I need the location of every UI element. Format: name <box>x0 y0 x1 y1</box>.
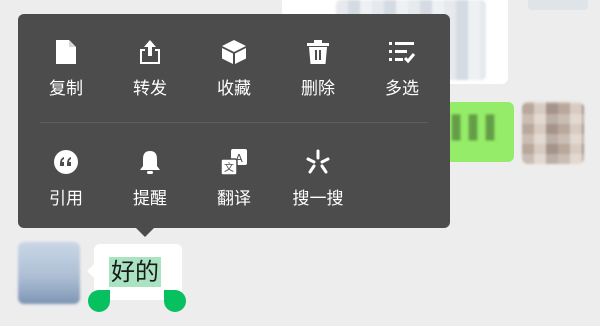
menu-item-label: 删除 <box>301 79 335 99</box>
search-icon <box>304 148 332 176</box>
menu-item-label: 收藏 <box>217 79 251 99</box>
svg-text:文: 文 <box>224 161 234 174</box>
menu-item-quote[interactable]: 引用 <box>24 134 108 214</box>
menu-item-favorite[interactable]: 收藏 <box>192 24 276 104</box>
menu-item-label: 引用 <box>49 189 83 209</box>
menu-item-label: 搜一搜 <box>292 189 344 209</box>
delete-icon <box>304 38 332 66</box>
blurred-message-text: ▌▌▌ <box>452 116 503 141</box>
avatar[interactable] <box>528 0 588 10</box>
menu-item-label: 多选 <box>385 79 419 99</box>
sent-message-bubble[interactable]: ▌▌▌ <box>446 102 514 162</box>
forward-icon <box>136 38 164 66</box>
remind-icon <box>136 148 164 176</box>
contact-avatar[interactable] <box>18 242 80 304</box>
menu-item-forward[interactable]: 转发 <box>108 24 192 104</box>
multi-select-icon <box>388 38 416 66</box>
message-context-menu: 复制 转发 收藏 删除 多选 引用 提醒 A 文 翻译 搜一搜 <box>18 14 450 237</box>
selection-end-handle[interactable] <box>164 290 186 312</box>
selection-start-handle[interactable] <box>88 290 110 312</box>
my-avatar[interactable] <box>522 102 584 164</box>
favorite-icon <box>220 38 248 66</box>
menu-item-label: 转发 <box>133 79 167 99</box>
menu-item-label: 提醒 <box>133 189 167 209</box>
menu-item-label: 复制 <box>49 79 83 99</box>
translate-icon: A 文 <box>220 148 248 176</box>
menu-item-search[interactable]: 搜一搜 <box>276 134 360 214</box>
menu-item-multi-select[interactable]: 多选 <box>360 24 444 104</box>
menu-divider <box>40 122 428 123</box>
copy-icon <box>52 38 80 66</box>
selected-message-text[interactable]: 好的 <box>109 257 161 287</box>
menu-item-label: 翻译 <box>217 189 251 209</box>
menu-item-copy[interactable]: 复制 <box>24 24 108 104</box>
menu-item-translate[interactable]: A 文 翻译 <box>192 134 276 214</box>
menu-item-remind[interactable]: 提醒 <box>108 134 192 214</box>
menu-item-delete[interactable]: 删除 <box>276 24 360 104</box>
quote-icon <box>52 148 80 176</box>
